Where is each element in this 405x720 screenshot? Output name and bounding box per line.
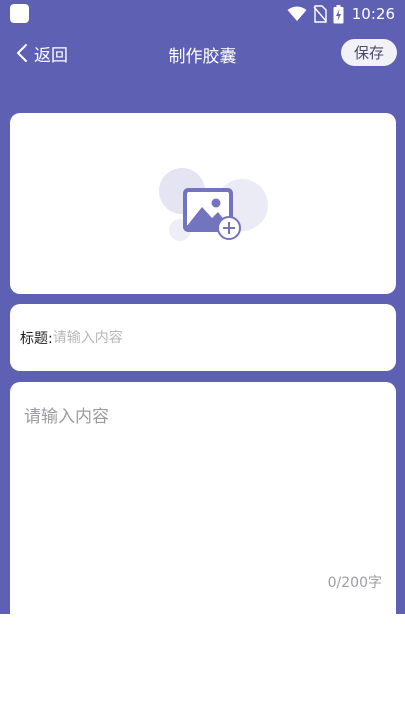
app-screen: 10:26 返回 制作胶囊 保存 标题: 0 [0,0,405,614]
battery-charging-icon [333,4,344,23]
no-sim-icon [313,5,327,23]
wifi-icon [287,6,307,21]
char-counter: 0/200字 [327,575,382,591]
status-icons: 10:26 [287,3,395,25]
status-bar: 10:26 [0,0,405,28]
content-field-card: 0/200字 [10,382,396,614]
app-notification-icon [10,4,29,23]
status-time: 10:26 [351,5,395,23]
save-button[interactable]: 保存 [341,39,397,66]
title-label: 标题: [20,330,53,347]
content-textarea[interactable] [24,402,382,562]
title-input[interactable] [52,329,343,346]
add-image-icon [159,168,268,241]
title-field-card: 标题: [10,304,396,371]
header: 返回 制作胶囊 保存 [0,36,405,70]
image-upload-card[interactable] [10,113,396,294]
